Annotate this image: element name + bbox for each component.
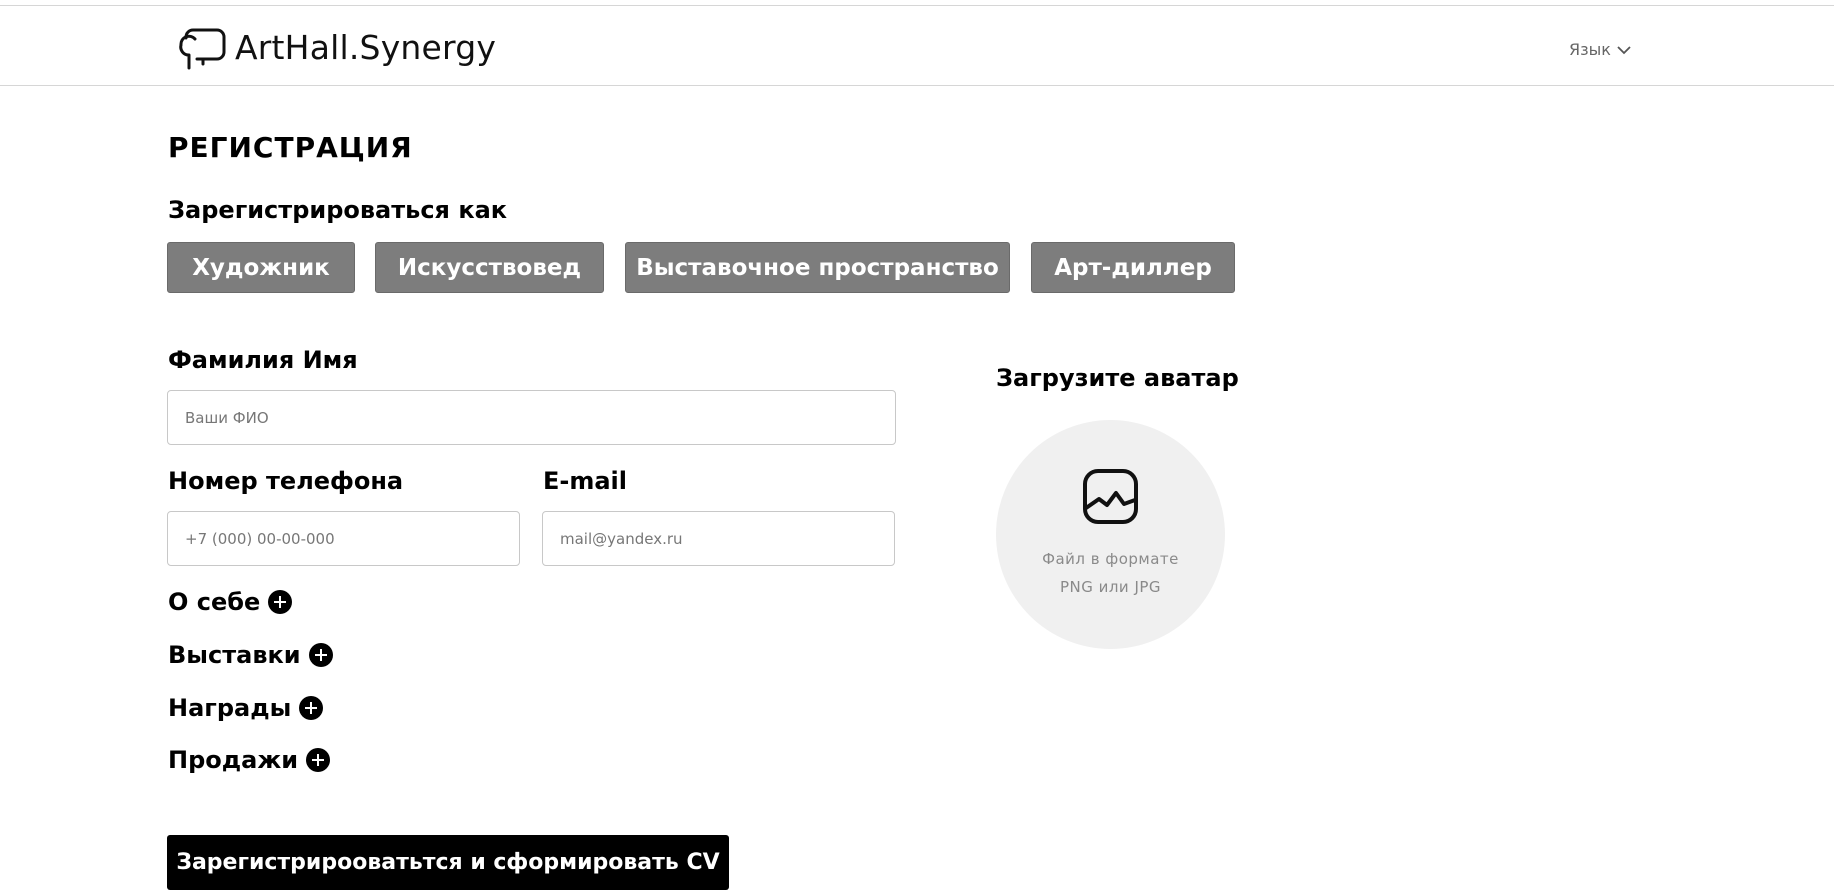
- section-exhibitions-label: Выставки: [168, 641, 301, 669]
- avatar-title: Загрузите аватар: [996, 364, 1239, 392]
- avatar-upload[interactable]: Файл в формате PNG или JPG: [996, 420, 1225, 649]
- plus-circle-icon[interactable]: [268, 590, 293, 614]
- image-icon: [1083, 469, 1138, 524]
- role-button-art-dealer[interactable]: Арт-диллер: [1031, 242, 1235, 293]
- logo[interactable]: ArtHall.Synergy: [179, 22, 496, 72]
- section-about-label: О себе: [168, 588, 261, 616]
- page-title: РЕГИСТРАЦИЯ: [168, 131, 413, 164]
- section-sales[interactable]: Продажи: [168, 746, 331, 774]
- avatar-hint: Файл в формате PNG или JPG: [996, 545, 1225, 601]
- role-button-art-critic[interactable]: Искусствовед: [375, 242, 604, 293]
- email-field[interactable]: [542, 511, 895, 566]
- plus-circle-icon[interactable]: [306, 748, 331, 772]
- section-awards[interactable]: Награды: [168, 694, 324, 722]
- chevron-down-icon: [1617, 45, 1631, 54]
- email-label: E-mail: [543, 467, 628, 495]
- site-header: ArtHall.Synergy Язык: [0, 6, 1834, 86]
- role-button-exhibition-space[interactable]: Выставочное пространство: [625, 242, 1010, 293]
- section-exhibitions[interactable]: Выставки: [168, 641, 333, 669]
- plus-circle-icon[interactable]: [308, 643, 333, 667]
- language-label: Язык: [1569, 40, 1611, 59]
- name-label: Фамилия Имя: [168, 346, 358, 374]
- register-as-label: Зарегистрироваться как: [168, 196, 508, 224]
- name-field[interactable]: [167, 390, 896, 445]
- section-about[interactable]: О себе: [168, 588, 293, 616]
- avatar-hint-line2: PNG или JPG: [1059, 578, 1162, 596]
- plus-circle-icon[interactable]: [299, 696, 324, 720]
- section-sales-label: Продажи: [168, 746, 299, 774]
- logo-icon: [179, 28, 226, 70]
- phone-field[interactable]: [167, 511, 520, 566]
- phone-label: Номер телефона: [168, 467, 404, 495]
- avatar-hint-line1: Файл в формате: [1042, 550, 1179, 568]
- role-button-artist[interactable]: Художник: [167, 242, 355, 293]
- register-submit-button[interactable]: Зарегистрирооватьтся и сформировать CV: [167, 835, 729, 890]
- section-awards-label: Награды: [168, 694, 292, 722]
- logo-text: ArtHall.Synergy: [235, 27, 497, 67]
- language-selector[interactable]: Язык: [1569, 40, 1631, 59]
